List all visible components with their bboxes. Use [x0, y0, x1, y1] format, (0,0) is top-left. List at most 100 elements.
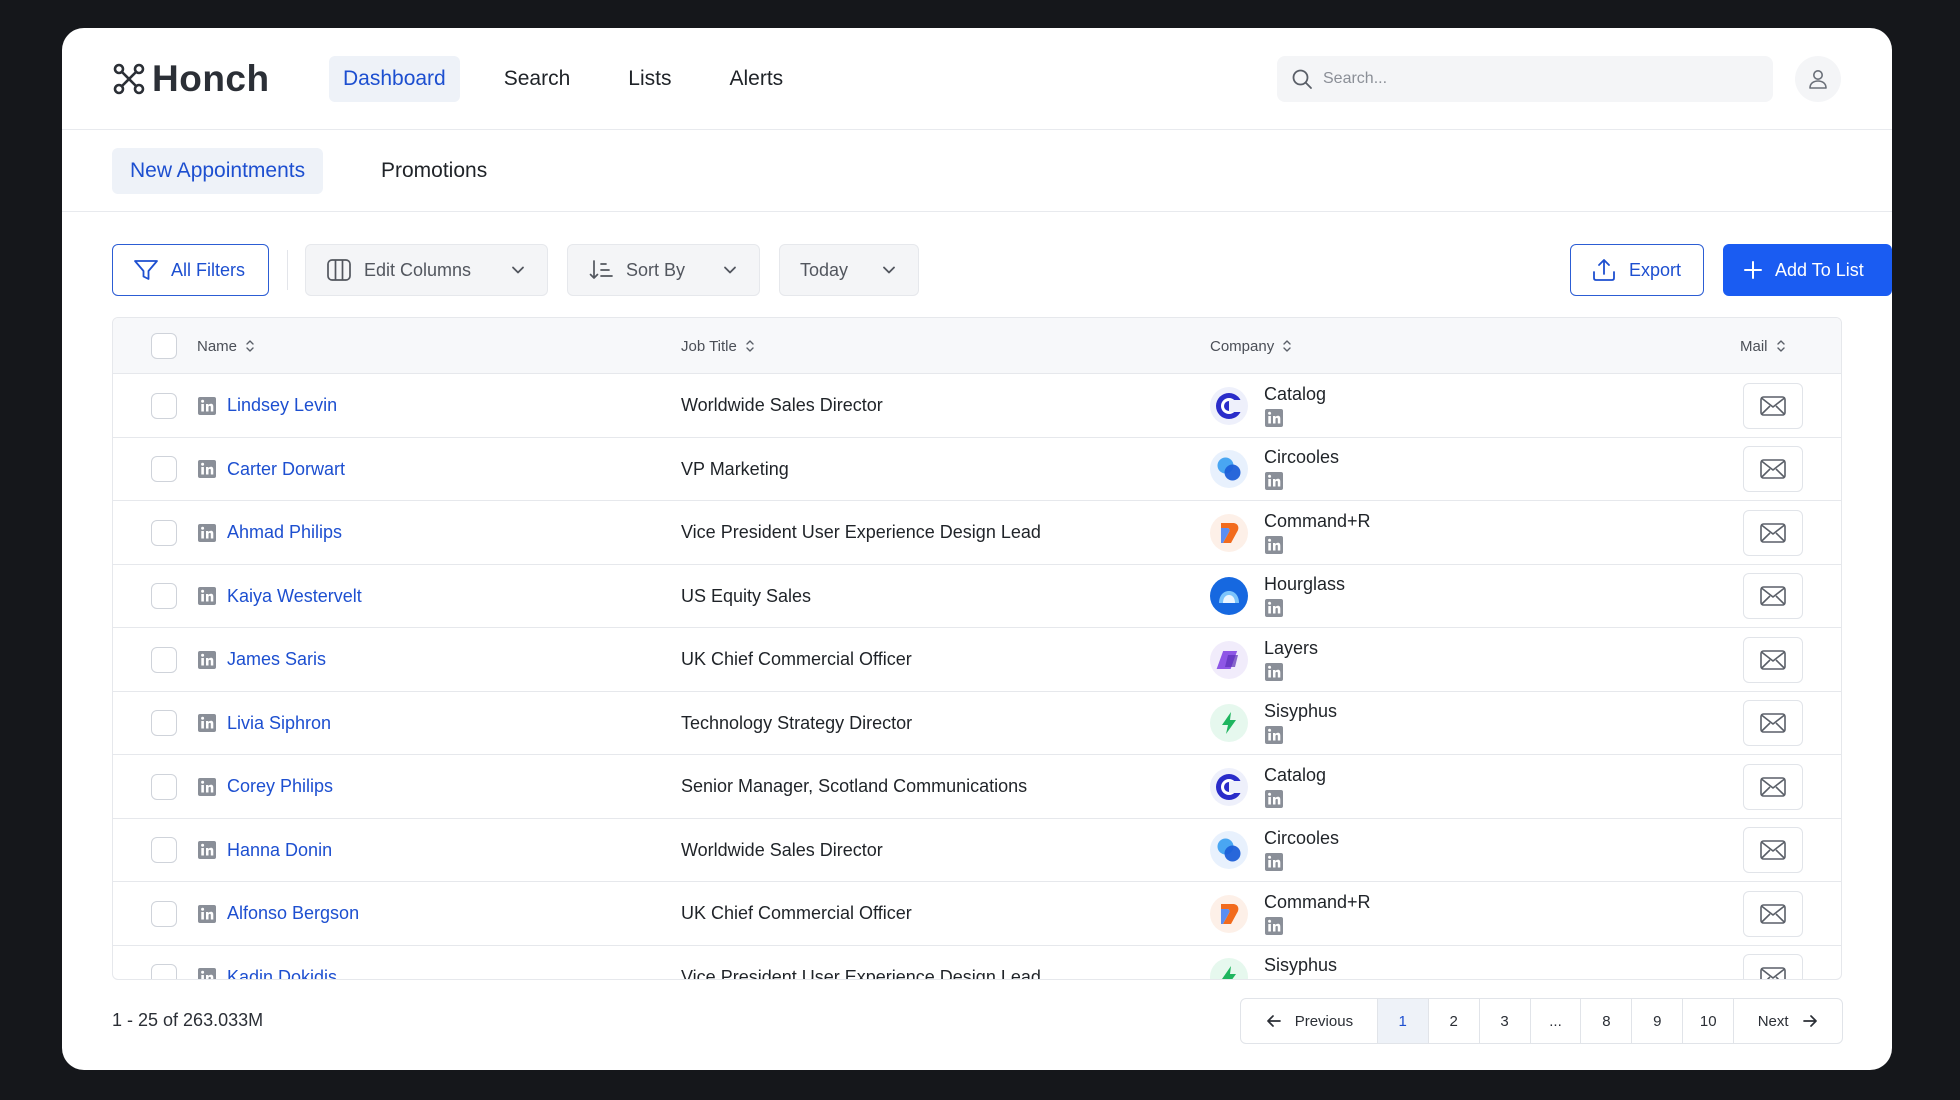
select-all-checkbox[interactable] — [151, 333, 177, 359]
company-name[interactable]: Catalog — [1264, 765, 1326, 785]
linkedin-icon[interactable] — [1264, 662, 1284, 682]
linkedin-icon[interactable] — [1264, 598, 1284, 618]
catalog-logo-icon — [1210, 386, 1248, 425]
date-range-dropdown[interactable]: Today — [779, 244, 919, 296]
table-row[interactable]: Kadin Dokidis Vice President User Experie… — [113, 946, 1841, 980]
send-mail-button[interactable] — [1743, 763, 1803, 810]
nav-search[interactable]: Search — [490, 56, 585, 102]
linkedin-icon[interactable] — [197, 523, 217, 543]
linkedin-icon[interactable] — [1264, 852, 1284, 872]
page-button-1[interactable]: 1 — [1377, 999, 1429, 1043]
linkedin-icon[interactable] — [1264, 471, 1284, 491]
table-row[interactable]: Livia Siphron Technology Strategy Directo… — [113, 692, 1841, 755]
column-header-name[interactable]: Name — [197, 318, 255, 374]
company-name[interactable]: Layers — [1264, 638, 1318, 658]
send-mail-button[interactable] — [1743, 446, 1803, 492]
row-checkbox[interactable] — [151, 773, 177, 800]
page-button-3[interactable]: 3 — [1480, 999, 1531, 1043]
column-header-job-title[interactable]: Job Title — [681, 318, 755, 374]
linkedin-icon[interactable] — [197, 459, 217, 479]
all-filters-button[interactable]: All Filters — [112, 244, 269, 296]
contact-name-link[interactable]: Kadin Dokidis — [227, 967, 337, 980]
table-row[interactable]: Lindsey Levin Worldwide Sales Director Cat… — [113, 374, 1841, 438]
search-input[interactable] — [1323, 70, 1743, 88]
contact-name-link[interactable]: James Saris — [227, 649, 326, 670]
table-row[interactable]: Ahmad Philips Vice President User Experie… — [113, 501, 1841, 565]
add-to-list-button[interactable]: Add To List — [1723, 244, 1892, 296]
tab-new-appointments[interactable]: New Appointments — [112, 148, 324, 194]
company-name[interactable]: Circooles — [1264, 828, 1339, 848]
linkedin-icon[interactable] — [197, 586, 217, 606]
linkedin-icon[interactable] — [1264, 535, 1284, 555]
contact-name-link[interactable]: Kaiya Westervelt — [227, 586, 362, 607]
linkedin-icon[interactable] — [197, 650, 217, 670]
page-button-8[interactable]: 8 — [1581, 999, 1633, 1043]
table-row[interactable]: Alfonso Bergson UK Chief Commercial Offic… — [113, 882, 1841, 946]
page-button-2[interactable]: 2 — [1429, 999, 1480, 1043]
nav-lists[interactable]: Lists — [614, 56, 685, 102]
table-row[interactable]: Corey Philips Senior Manager, Scotland Co… — [113, 755, 1841, 819]
send-mail-button[interactable] — [1743, 509, 1803, 556]
table-row[interactable]: Kaiya Westervelt US Equity Sales Hourglass — [113, 565, 1841, 628]
nav-dashboard[interactable]: Dashboard — [329, 56, 460, 102]
table-row[interactable]: James Saris UK Chief Commercial Officer La… — [113, 628, 1841, 692]
linkedin-icon[interactable] — [197, 396, 217, 416]
nav-alerts[interactable]: Alerts — [715, 56, 797, 102]
linkedin-icon[interactable] — [197, 713, 217, 733]
contact-name-link[interactable]: Livia Siphron — [227, 713, 331, 734]
row-checkbox[interactable] — [151, 837, 177, 863]
user-avatar[interactable] — [1795, 56, 1841, 102]
contact-name-link[interactable]: Hanna Donin — [227, 840, 332, 861]
company-name[interactable]: Command+R — [1264, 892, 1371, 912]
company-name[interactable]: Hourglass — [1264, 574, 1345, 594]
table-row[interactable]: Hanna Donin Worldwide Sales Director Circo… — [113, 819, 1841, 882]
next-page-button[interactable]: Next — [1734, 999, 1842, 1043]
export-button[interactable]: Export — [1570, 244, 1704, 296]
page-button-9[interactable]: 9 — [1632, 999, 1684, 1043]
table-row[interactable]: Carter Dorwart VP Marketing Circooles — [113, 438, 1841, 501]
company-name[interactable]: Circooles — [1264, 447, 1339, 467]
row-checkbox[interactable] — [151, 456, 177, 482]
tab-promotions[interactable]: Promotions — [363, 148, 505, 194]
company-name[interactable]: Catalog — [1264, 384, 1326, 404]
contact-name-link[interactable]: Corey Philips — [227, 776, 333, 797]
contact-name-link[interactable]: Ahmad Philips — [227, 522, 342, 543]
send-mail-button[interactable] — [1743, 573, 1803, 619]
contact-name-link[interactable]: Lindsey Levin — [227, 395, 337, 416]
logo[interactable]: Honch — [112, 58, 270, 100]
row-checkbox[interactable] — [151, 519, 177, 546]
row-checkbox[interactable] — [151, 583, 177, 609]
linkedin-icon[interactable] — [197, 904, 217, 924]
column-header-mail[interactable]: Mail — [1740, 318, 1786, 374]
linkedin-icon[interactable] — [197, 777, 217, 797]
send-mail-button[interactable] — [1743, 827, 1803, 873]
row-checkbox[interactable] — [151, 646, 177, 673]
linkedin-icon[interactable] — [1264, 979, 1284, 980]
linkedin-icon[interactable] — [1264, 408, 1284, 428]
linkedin-icon[interactable] — [197, 840, 217, 860]
linkedin-icon[interactable] — [1264, 916, 1284, 936]
page-button-10[interactable]: 10 — [1683, 999, 1735, 1043]
linkedin-icon[interactable] — [197, 967, 217, 980]
linkedin-icon[interactable] — [1264, 789, 1284, 809]
column-header-company[interactable]: Company — [1210, 318, 1292, 374]
row-checkbox[interactable] — [151, 710, 177, 736]
row-checkbox[interactable] — [151, 900, 177, 927]
company-name[interactable]: Sisyphus — [1264, 701, 1337, 721]
contact-name-link[interactable]: Carter Dorwart — [227, 459, 345, 480]
company-name[interactable]: Command+R — [1264, 511, 1371, 531]
send-mail-button[interactable] — [1743, 700, 1803, 746]
send-mail-button[interactable] — [1743, 636, 1803, 683]
contact-name-link[interactable]: Alfonso Bergson — [227, 903, 359, 924]
send-mail-button[interactable] — [1743, 382, 1803, 429]
row-checkbox[interactable] — [151, 964, 177, 979]
send-mail-button[interactable] — [1743, 890, 1803, 937]
company-name[interactable]: Sisyphus — [1264, 955, 1337, 975]
previous-page-button[interactable]: Previous — [1241, 999, 1378, 1043]
edit-columns-dropdown[interactable]: Edit Columns — [305, 244, 548, 296]
row-checkbox[interactable] — [151, 392, 177, 419]
sort-by-dropdown[interactable]: Sort By — [567, 244, 760, 296]
send-mail-button[interactable] — [1743, 954, 1803, 979]
linkedin-icon[interactable] — [1264, 725, 1284, 745]
global-search[interactable] — [1277, 56, 1773, 102]
